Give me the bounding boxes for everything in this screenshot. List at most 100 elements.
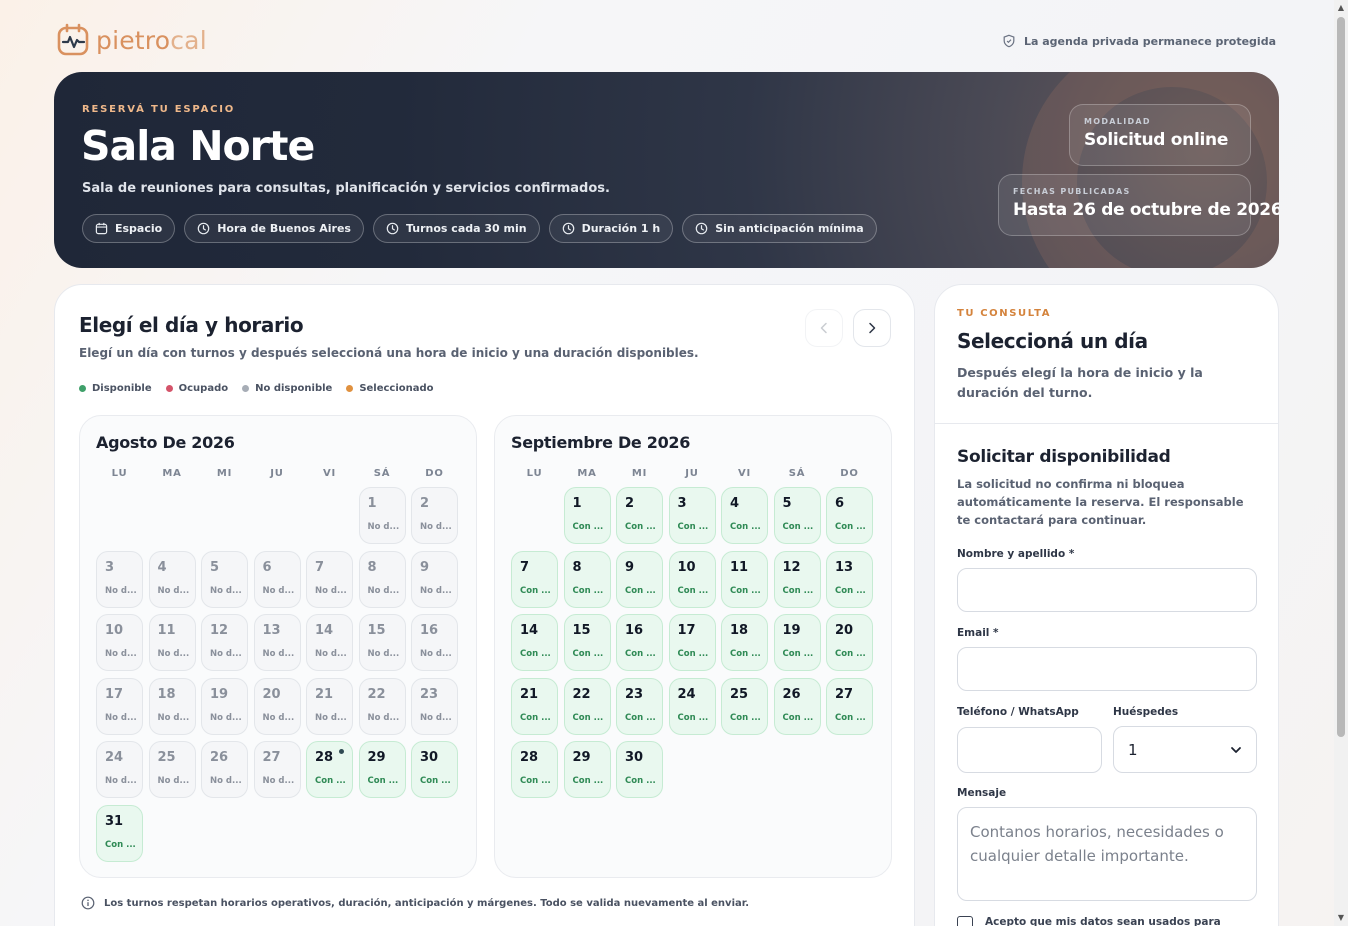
day-cell-available[interactable]: 2 Con ... [616,487,663,544]
day-status: Con ... [625,585,656,596]
day-cell-available[interactable]: 19 Con ... [773,614,821,671]
phone-input[interactable] [957,727,1102,773]
day-status: No d... [210,712,242,723]
day-cell-available[interactable]: 25 Con ... [721,677,768,735]
consent-row: Acepto que mis datos sean usados para re… [957,916,1278,926]
chip-duration: Duración 1 h [548,214,674,243]
day-cell-available[interactable]: 28 Con ... [511,741,558,798]
day-cell-available[interactable]: 29 Con ... [358,741,406,798]
day-number: 14 [520,623,539,638]
legend-dot [242,385,250,392]
consent-checkbox[interactable] [957,916,973,926]
month-grid: 1 Con ... 2 Con ... 3 Con ... 4 Con ... 5 Con ...… [511,487,873,798]
day-cell-available[interactable]: 30 Con ... [411,741,458,798]
weekday-label: JU [685,468,699,479]
privacy-text: La agenda privada permanece protegida [1023,34,1276,48]
day-cell-available[interactable]: 1 Con ... [563,487,611,544]
day-cell-available[interactable]: 27 Con ... [826,677,873,735]
published-label: FECHAS PUBLICADAS [1013,187,1131,196]
day-number: 11 [730,559,749,575]
scroll-up-arrow-icon[interactable]: ▲ [1337,4,1345,12]
day-cell-available[interactable]: 5 Con ... [773,487,821,544]
day-cell-available[interactable]: 21 Con ... [511,677,558,735]
day-number: 7 [315,559,325,575]
email-input[interactable] [957,647,1257,691]
day-status: No d... [105,776,137,786]
next-month-button[interactable] [853,309,891,347]
prev-month-button[interactable] [805,309,843,347]
day-cell-available[interactable]: 12 Con ... [773,550,821,608]
day-cell-available[interactable]: 30 Con ... [616,741,663,798]
day-cell-available[interactable]: 17 Con ... [668,614,716,671]
published-value: Hasta 26 de octubre de 2026 [1013,200,1279,220]
day-status: Con ... [520,776,551,786]
scrollbar-thumb[interactable] [1337,17,1345,737]
day-number: 20 [262,686,281,702]
day-cell-available[interactable]: 3 Con ... [668,487,716,544]
day-number: 15 [367,623,386,638]
day-status: Con ... [572,712,604,723]
name-input[interactable] [957,568,1257,612]
day-status: Con ... [782,585,814,596]
day-cell-available[interactable]: 18 Con ... [721,614,768,671]
day-cell-available[interactable]: 6 Con ... [826,487,873,544]
day-number: 21 [315,686,334,702]
day-cell-available[interactable]: 14 Con ... [511,614,558,671]
day-cell-available[interactable]: 7 Con ... [511,550,558,608]
chip-space: Espacio [82,214,176,243]
day-number: 15 [572,623,591,638]
day-cell-available[interactable]: 16 Con ... [616,614,663,671]
day-cell-available[interactable]: 28 Con ... [306,741,353,798]
day-status: Con ... [572,585,604,596]
day-cell-available[interactable]: 26 Con ... [773,677,821,735]
legend-item: No disponible [242,383,332,394]
legend-item: Seleccionado [346,383,434,394]
day-cell-unavailable: 22 No d... [358,677,406,735]
message-textarea[interactable]: Contanos horarios, necesidades o cualqui… [957,807,1257,901]
day-cell-available[interactable]: 22 Con ... [563,677,611,735]
day-cell-unavailable: 20 No d... [253,677,301,735]
day-cell-unavailable: 14 No d... [306,614,353,671]
chip-advance: Sin anticipación mínima [682,214,877,243]
day-cell-available[interactable]: 10 Con ... [668,550,716,608]
clock-icon [695,222,708,235]
legend-label: No disponible [255,383,333,394]
day-number: 5 [782,496,792,511]
guests-select[interactable]: 1 [1113,726,1257,773]
day-cell-available[interactable]: 8 Con ... [563,550,611,608]
day-status: No d... [262,649,295,659]
day-status: Con ... [677,522,709,532]
day-cell-unavailable: 2 No d... [411,487,458,544]
day-cell-available[interactable]: 23 Con ... [616,677,663,735]
page-scrollbar[interactable]: ▲ ▼ [1334,0,1348,926]
day-status: Con ... [520,585,551,596]
day-cell-available[interactable]: 11 Con ... [721,550,768,608]
day-cell-unavailable: 10 No d... [96,614,143,671]
day-cell-available[interactable]: 4 Con ... [721,487,768,544]
day-cell-available[interactable]: 29 Con ... [563,741,611,798]
weekday-label: SÁ [373,468,391,479]
day-cell-unavailable: 7 No d... [306,550,353,608]
day-status: No d... [262,712,295,723]
day-cell-available[interactable]: 24 Con ... [668,677,716,735]
scroll-down-arrow-icon[interactable]: ▼ [1337,914,1345,922]
weekday-label: DO [425,468,444,479]
day-status: Con ... [625,522,656,532]
day-cell-available[interactable]: 9 Con ... [616,550,663,608]
day-cell-available[interactable]: 13 Con ... [826,550,873,608]
chevron-down-icon [1231,746,1241,753]
day-status: No d... [157,712,190,723]
day-cell-available[interactable]: 15 Con ... [563,614,611,671]
day-cell-available[interactable]: 20 Con ... [826,614,873,671]
email-label: Email * [957,627,999,639]
day-number: 19 [210,686,229,702]
day-number: 21 [520,686,539,702]
modality-value: Solicitud online [1084,130,1229,150]
day-cell-available[interactable]: 31 Con ... [96,804,143,862]
modality-card: MODALIDAD Solicitud online [1069,104,1251,166]
day-status: Con ... [782,649,814,659]
legend-label: Seleccionado [359,383,434,394]
day-number: 25 [730,686,749,702]
brand-logo[interactable]: pietrocal [56,22,207,58]
legend-label: Disponible [92,383,152,394]
